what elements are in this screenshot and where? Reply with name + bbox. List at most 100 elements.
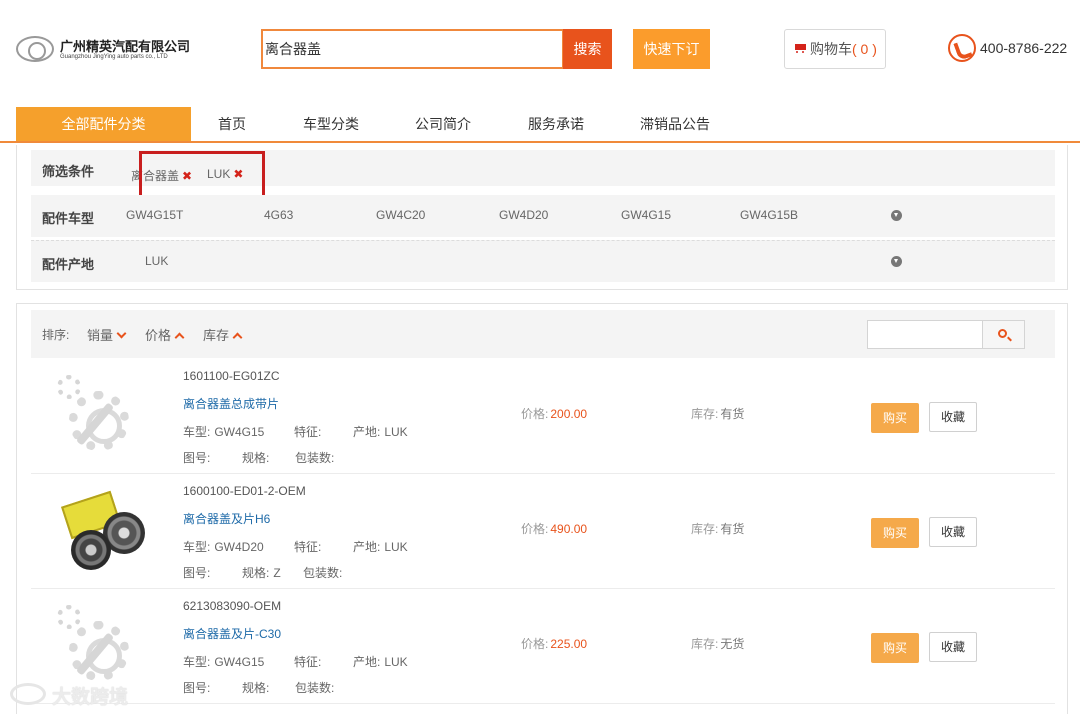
small-gear-shape: [57, 605, 81, 629]
spec-label: 规格:: [242, 451, 270, 465]
price-value: 225.00: [550, 637, 588, 651]
sort-item-label: 价格: [145, 328, 172, 343]
search-icon: [998, 329, 1007, 338]
drawing-no-label: 图号:: [183, 681, 211, 695]
gear-placeholder-icon[interactable]: [51, 601, 147, 691]
stock-label: 库存:: [691, 407, 719, 421]
cart-label: 购物车: [810, 41, 852, 57]
sort-by-price[interactable]: 价格: [145, 325, 185, 344]
origin-option[interactable]: LUK: [145, 254, 168, 268]
origin-value: LUK: [384, 540, 408, 554]
sort-by-sales[interactable]: 销量: [87, 325, 127, 344]
gear-placeholder-icon[interactable]: [51, 371, 147, 461]
origin-label: 产地:: [353, 655, 381, 669]
cart-count: ( 0 ): [852, 41, 877, 57]
product-row: 6213083090-OEM 离合器盖及片-C30 车型: GW4G15 特征: …: [31, 589, 1055, 704]
sort-desc-icon: [116, 328, 127, 339]
origin-value: LUK: [384, 425, 408, 439]
model-option[interactable]: GW4G15: [621, 208, 671, 222]
drawing-no-label: 图号:: [183, 451, 211, 465]
stock-value: 有货: [720, 407, 745, 421]
stock-field: 库存: 有货: [691, 520, 744, 537]
product-row: 1600100-ED01-2-OEM 离合器盖及片H6 车型: GW4D20 特征…: [31, 474, 1055, 589]
phone-icon: [948, 34, 976, 62]
list-search-button[interactable]: [982, 320, 1025, 349]
stock-label: 库存:: [691, 522, 719, 536]
product-list-panel: 排序: 销量 价格 库存 1601100-EG01ZC 离合器盖总成带片 车型:…: [16, 303, 1068, 714]
phone-number: 400-8786-222: [980, 40, 1068, 56]
model-option[interactable]: 4G63: [264, 208, 293, 222]
pack-qty-label: 包装数:: [303, 566, 343, 580]
drawing-no-field: 图号:: [183, 564, 214, 581]
buy-button[interactable]: 购买: [871, 633, 919, 663]
model-option[interactable]: GW4G15T: [126, 208, 183, 222]
pack-qty-label: 包装数:: [295, 451, 335, 465]
filter-panel: 筛选条件 离合器盖 ✖ LUK ✖ 配件车型 GW4G15T 4G63 GW4C20…: [16, 145, 1068, 290]
origin-row: 配件产地 LUK: [31, 240, 1055, 282]
search-button[interactable]: 搜索: [563, 29, 612, 69]
origin-field: 产地: LUK: [353, 653, 408, 670]
model-option[interactable]: GW4G15B: [740, 208, 798, 222]
cart-button[interactable]: 购物车( 0 ): [784, 29, 886, 69]
feature-field: 特征:: [294, 653, 325, 670]
product-name-link[interactable]: 离合器盖及片-C30: [183, 625, 281, 642]
selected-filters-highlight: [139, 151, 265, 199]
product-name-link[interactable]: 离合器盖及片H6: [183, 510, 270, 527]
origin-field: 产地: LUK: [353, 423, 408, 440]
pack-qty-label: 包装数:: [295, 681, 335, 695]
spec-value: Z: [273, 566, 281, 580]
model-value: GW4G15: [214, 425, 265, 439]
price-label: 价格:: [521, 637, 549, 651]
sort-item-label: 销量: [87, 328, 114, 343]
model-option[interactable]: GW4C20: [376, 208, 425, 222]
clutch-plate-shape: [71, 530, 111, 570]
spec-field: 规格: Z: [242, 564, 281, 581]
pack-qty-field: 包装数:: [295, 679, 338, 696]
expand-models-icon[interactable]: [891, 210, 902, 221]
part-number: 1600100-ED01-2-OEM: [183, 484, 306, 498]
vehicle-model-label: 配件车型: [42, 211, 95, 226]
nav-item-slow-moving[interactable]: 滞销品公告: [640, 107, 710, 141]
selected-filters-row: 筛选条件 离合器盖 ✖ LUK ✖: [31, 150, 1055, 199]
favorite-button[interactable]: 收藏: [929, 632, 977, 662]
product-name-link[interactable]: 离合器盖总成带片: [183, 395, 279, 412]
drawing-no-field: 图号:: [183, 679, 214, 696]
buy-button[interactable]: 购买: [871, 403, 919, 433]
nav-all-categories[interactable]: 全部配件分类: [16, 107, 191, 141]
model-option[interactable]: GW4D20: [499, 208, 548, 222]
model-field: 车型: GW4G15: [183, 653, 264, 670]
logo-icon: [16, 36, 54, 62]
spec-field: 规格:: [242, 449, 273, 466]
drawing-no-field: 图号:: [183, 449, 214, 466]
nav-item-vehicle-categories[interactable]: 车型分类: [303, 107, 359, 141]
expand-origins-icon[interactable]: [891, 256, 902, 267]
feature-label: 特征:: [294, 425, 322, 439]
buy-button[interactable]: 购买: [871, 518, 919, 548]
model-value: GW4G15: [214, 655, 265, 669]
pack-qty-field: 包装数:: [295, 449, 338, 466]
quick-order-button[interactable]: 快速下订: [633, 29, 710, 69]
sort-asc-icon: [232, 332, 243, 343]
spec-label: 规格:: [242, 566, 270, 580]
nav-item-home[interactable]: 首页: [218, 107, 246, 141]
origin-label: 产地:: [353, 540, 381, 554]
nav-item-service[interactable]: 服务承诺: [528, 107, 584, 141]
favorite-button[interactable]: 收藏: [929, 517, 977, 547]
list-search-input[interactable]: [867, 320, 983, 349]
vehicle-model-row: 配件车型 GW4G15T 4G63 GW4C20 GW4D20 GW4G15 G…: [31, 195, 1055, 237]
sort-item-label: 库存: [203, 328, 230, 343]
origin-value: LUK: [384, 655, 408, 669]
cart-icon: [795, 44, 807, 54]
sort-by-stock[interactable]: 库存: [203, 325, 243, 344]
clutch-kit-photo[interactable]: [51, 486, 147, 576]
feature-label: 特征:: [294, 655, 322, 669]
sort-bar: 排序: 销量 价格 库存: [31, 310, 1055, 358]
site-header: 广州精英汽配有限公司 Guangzhou JingYing auto parts…: [0, 0, 1080, 100]
company-logo[interactable]: 广州精英汽配有限公司 Guangzhou JingYing auto parts…: [16, 34, 206, 66]
search-input[interactable]: 离合器盖: [261, 29, 564, 69]
price-field: 价格: 200.00: [521, 405, 587, 422]
favorite-button[interactable]: 收藏: [929, 402, 977, 432]
nav-item-about[interactable]: 公司简介: [415, 107, 471, 141]
sort-label: 排序:: [42, 328, 70, 342]
price-value: 490.00: [550, 522, 588, 536]
